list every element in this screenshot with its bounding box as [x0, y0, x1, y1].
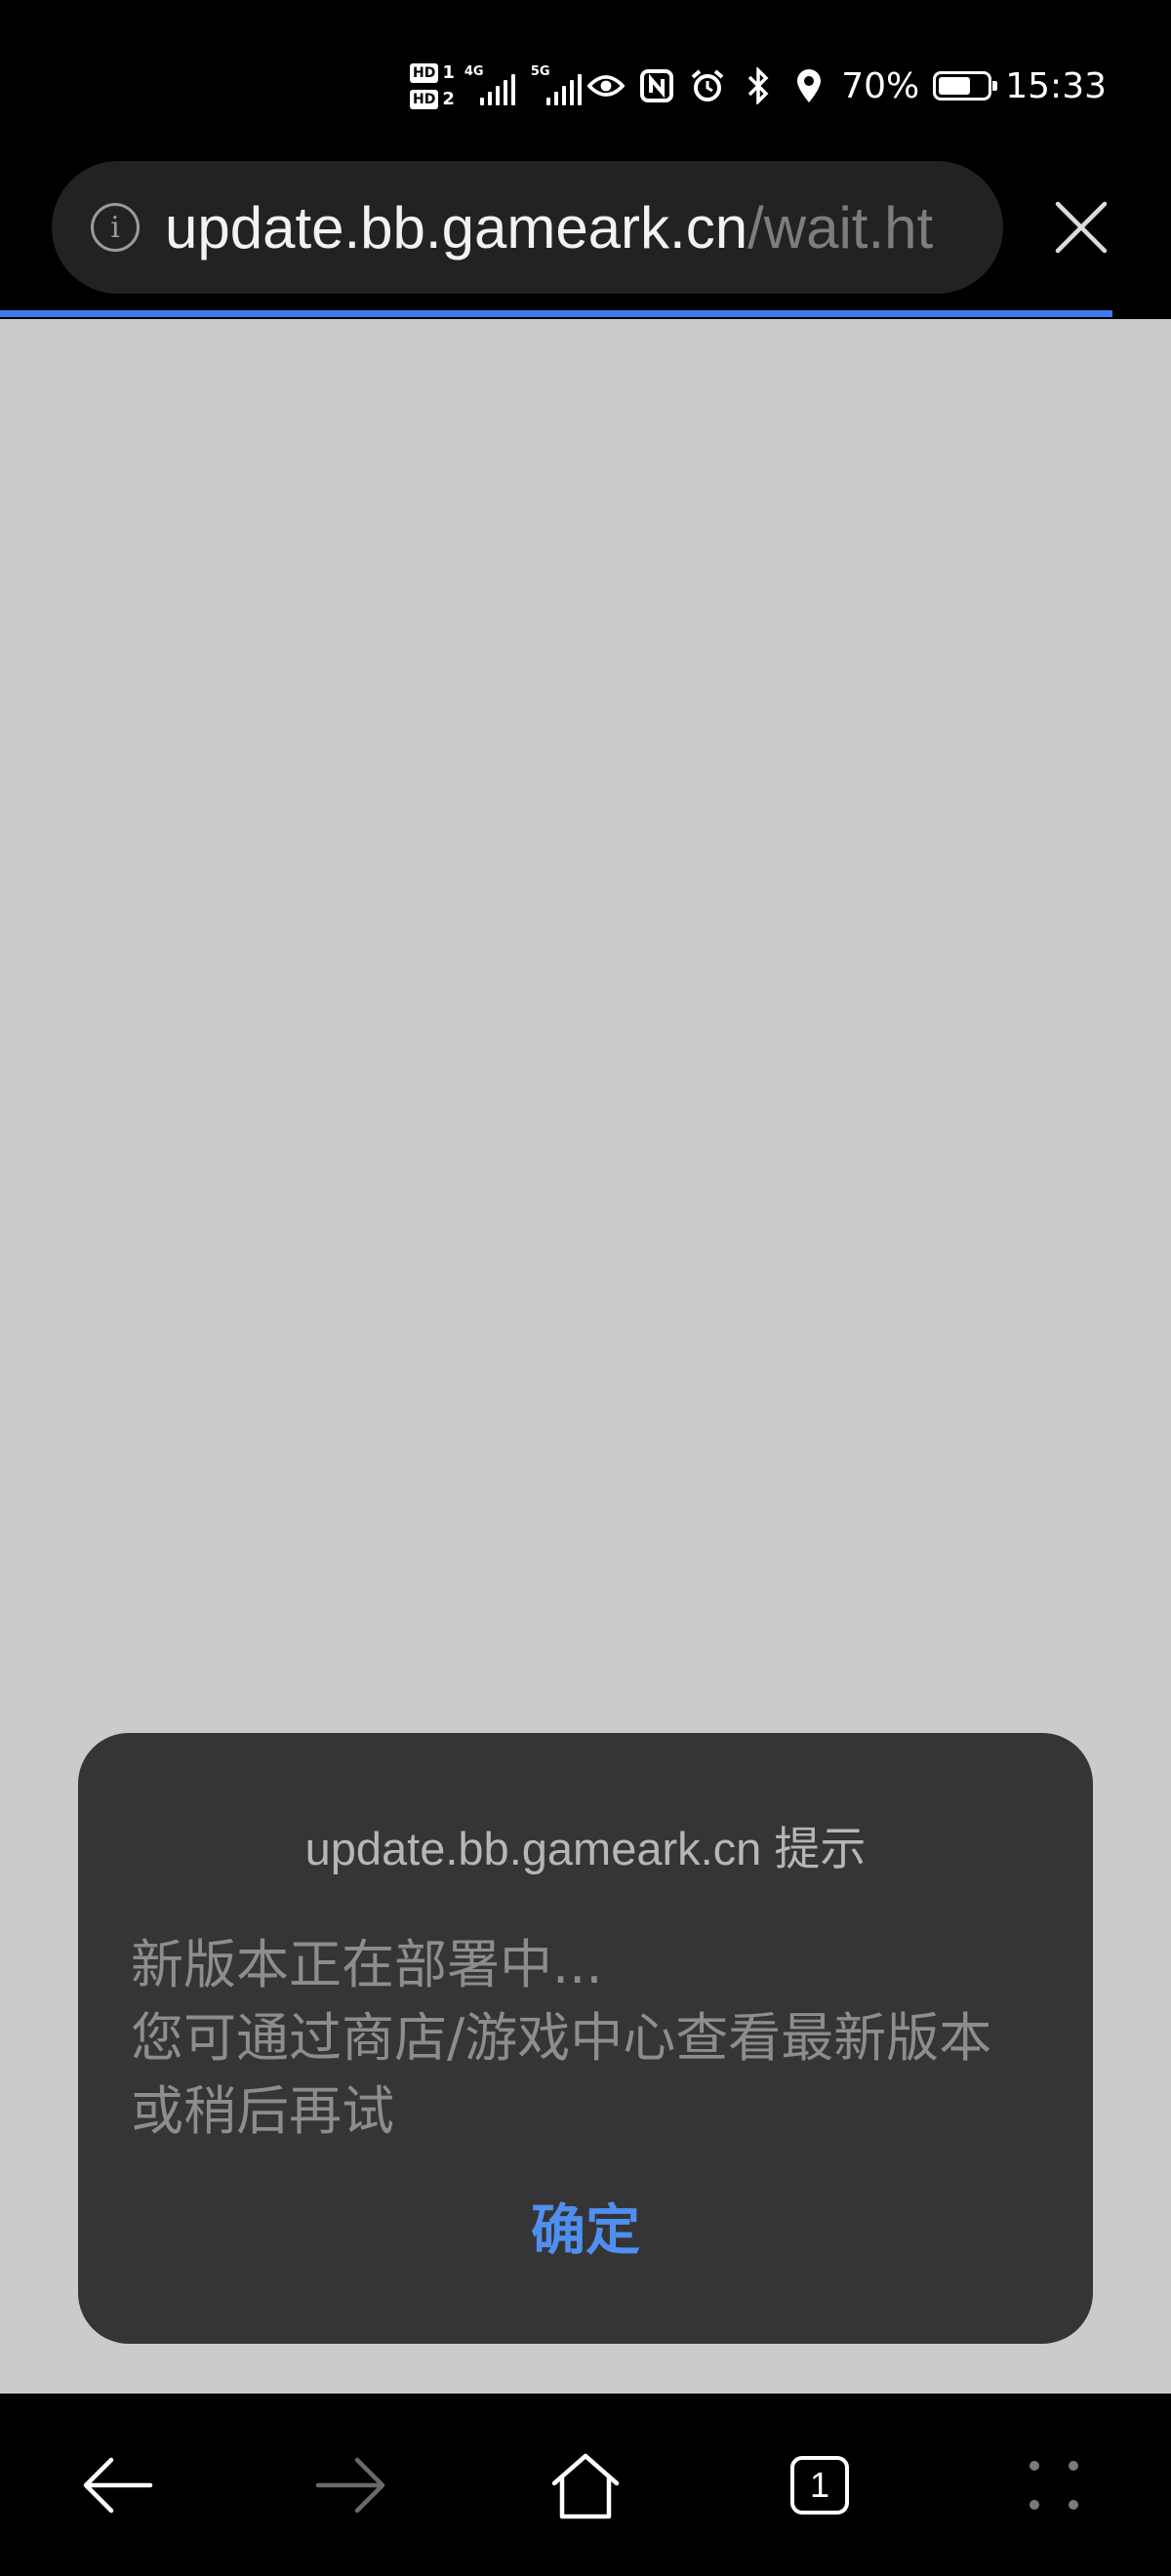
tabs-button[interactable]: 1 [779, 2444, 861, 2526]
hd2-number: 2 [442, 89, 455, 109]
dialog-message-line: 您可通过商店/游戏中心查看最新版本 [131, 2007, 992, 2069]
hd-indicators: HD 1 HD 2 [410, 62, 455, 109]
nfc-icon [638, 67, 675, 104]
browser-nav-bar: 1 [0, 2394, 1171, 2576]
clock: 15:33 [1005, 65, 1107, 106]
eye-icon [587, 67, 626, 104]
confirm-button[interactable]: 确定 [78, 2187, 1093, 2266]
address-bar[interactable]: i update.bb.gameark.cn/wait.ht [52, 161, 1003, 294]
hd1-number: 1 [442, 62, 455, 83]
dialog-message: 新版本正在部署中... 您可通过商店/游戏中心查看最新版本 或稍后再试 [131, 1928, 1068, 2148]
close-icon[interactable] [1052, 198, 1110, 257]
dialog-title: update.bb.gameark.cn 提示 [304, 1823, 867, 1874]
browser-toolbar: i update.bb.gameark.cn/wait.ht [0, 161, 1171, 320]
hd1-indicator: HD 1 [410, 62, 455, 83]
url-path: /wait.ht [747, 194, 934, 261]
battery-percent: 70% [841, 65, 920, 106]
dialog-message-line: 新版本正在部署中... [131, 1934, 603, 1995]
alert-dialog: update.bb.gameark.cn 提示 新版本正在部署中... 您可通过… [78, 1733, 1093, 2344]
progress-fill [0, 310, 1112, 317]
dialog-message-line: 或稍后再试 [131, 2080, 394, 2142]
alarm-icon [689, 67, 726, 104]
hd2-indicator: HD 2 [410, 89, 455, 109]
url-text[interactable]: update.bb.gameark.cn/wait.ht [165, 194, 1003, 262]
home-icon[interactable] [545, 2444, 626, 2526]
menu-dots-icon[interactable] [1013, 2444, 1095, 2526]
signal-5g-label: 5G [530, 64, 550, 79]
forward-arrow-icon[interactable] [310, 2444, 392, 2526]
signal-4g-icon: 4G [464, 64, 521, 105]
tab-count: 1 [790, 2456, 849, 2515]
location-icon [790, 67, 828, 104]
signal-4g-label: 4G [464, 64, 484, 79]
hd1-label: HD [410, 62, 439, 83]
back-arrow-icon[interactable] [76, 2444, 158, 2526]
network-indicators: HD 1 HD 2 4G 5G [410, 57, 587, 115]
info-icon[interactable]: i [91, 203, 140, 252]
url-host: update.bb.gameark.cn [165, 194, 748, 261]
hd2-label: HD [410, 89, 439, 109]
status-bar: HD 1 HD 2 4G 5G 70% 15:33 [0, 0, 1171, 161]
battery-icon [933, 71, 998, 101]
bluetooth-icon [740, 67, 777, 104]
screen: HD 1 HD 2 4G 5G 70% 15:33 i update.bb.ga… [0, 0, 1171, 2576]
battery-fill [939, 77, 971, 95]
status-icons: 70% 15:33 [587, 57, 1107, 115]
signal-5g-icon: 5G [530, 64, 587, 105]
